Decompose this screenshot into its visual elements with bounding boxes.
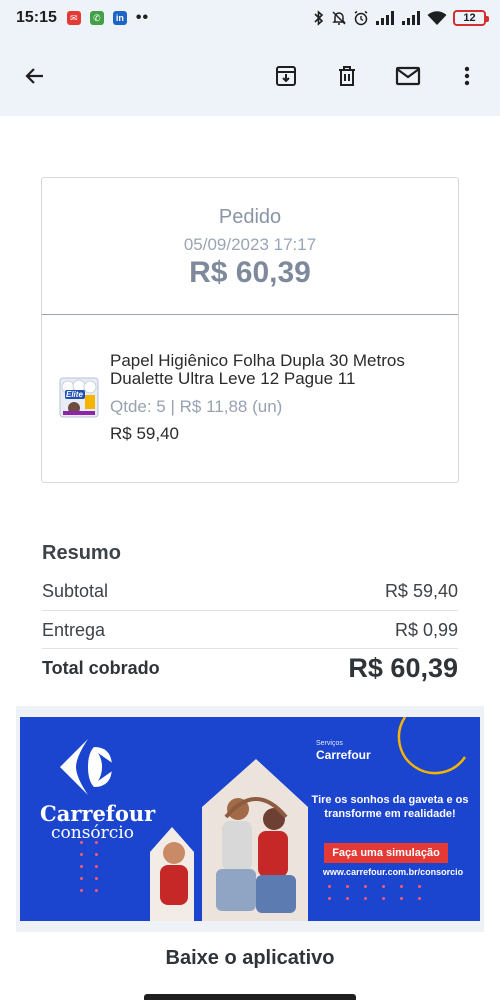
archive-icon xyxy=(276,66,296,86)
summary-label: Entrega xyxy=(42,619,106,640)
summary-row-delivery: Entrega R$ 0,99 xyxy=(42,618,458,642)
order-header: Pedido 05/09/2023 17:17 R$ 60,39 xyxy=(42,178,458,315)
carrefour-logo-icon xyxy=(60,739,118,795)
banner-headline: Tire os sonhos da gaveta e os transforme… xyxy=(311,794,469,820)
product-quantity: Qtde: 5 | R$ 11,88 (un) xyxy=(110,397,283,416)
divider xyxy=(42,648,458,649)
battery-icon: 12 xyxy=(453,10,489,26)
wifi-icon xyxy=(427,10,447,25)
more-options-button[interactable] xyxy=(449,58,485,94)
decorative-dots xyxy=(328,885,421,900)
phone-app-icon: ✆ xyxy=(89,11,104,25)
product-name[interactable]: Papel Higiênico Folha Dupla 30 Metros Du… xyxy=(110,352,450,388)
status-indicators: 12 xyxy=(313,0,489,36)
services-brand: Carrefour xyxy=(316,748,371,762)
download-app-heading[interactable]: Baixe o aplicativo xyxy=(0,947,500,970)
battery-level: 12 xyxy=(463,11,476,24)
gesture-nav-handle xyxy=(144,994,356,1000)
bluetooth-icon xyxy=(314,10,324,26)
more-notifications-icon: •• xyxy=(135,9,150,26)
order-date: 05/09/2023 17:17 xyxy=(183,235,317,254)
mark-unread-button[interactable] xyxy=(390,58,426,94)
signal-icon xyxy=(376,11,394,25)
total-value: R$ 60,39 xyxy=(348,652,458,683)
archive-button[interactable] xyxy=(268,58,304,94)
divider xyxy=(42,610,458,611)
back-button[interactable] xyxy=(17,58,53,94)
messages-app-icon: ✉ xyxy=(66,11,81,25)
app-bar xyxy=(0,36,500,116)
summary-row-subtotal: Subtotal R$ 59,40 xyxy=(42,579,458,603)
delete-icon xyxy=(339,66,355,86)
order-title: Pedido xyxy=(218,206,282,228)
delete-button[interactable] xyxy=(329,58,365,94)
product-thumb-brand: Elite xyxy=(66,390,83,399)
summary-value: R$ 0,99 xyxy=(394,619,458,640)
signal-icon-2 xyxy=(402,11,420,25)
status-bar: 15:15 ✉ ✆ in •• 12 xyxy=(0,0,500,36)
carrefour-consorcio-banner[interactable]: Carrefour consórcio Serviços Carrefour T… xyxy=(20,717,480,921)
summary-value: R$ 59,40 xyxy=(384,580,458,601)
family-photo-image xyxy=(150,759,308,921)
alarm-icon xyxy=(354,10,368,26)
bell-off-icon xyxy=(332,11,346,25)
decorative-arc-icon xyxy=(397,717,467,775)
linkedin-app-icon: in xyxy=(112,11,127,25)
order-card: Pedido 05/09/2023 17:17 R$ 60,39 xyxy=(41,177,459,483)
mail-icon xyxy=(395,66,421,86)
order-total: R$ 60,39 xyxy=(189,256,311,289)
summary-label: Subtotal xyxy=(42,580,109,601)
decorative-dots xyxy=(80,841,98,892)
back-arrow-icon xyxy=(25,68,43,84)
banner-product: consórcio xyxy=(51,823,134,843)
summary-row-total: Total cobrado R$ 60,39 xyxy=(42,650,458,686)
simulation-button[interactable]: Faça uma simulação xyxy=(324,843,448,863)
summary-title: Resumo xyxy=(42,542,121,564)
banner-url[interactable]: www.carrefour.com.br/consorcio xyxy=(298,867,480,877)
status-time: 15:15 xyxy=(16,9,57,26)
services-label: Serviços xyxy=(316,740,343,747)
product-price: R$ 59,40 xyxy=(110,424,179,443)
total-label: Total cobrado xyxy=(42,657,160,678)
product-image[interactable]: Elite xyxy=(59,375,99,419)
more-vert-icon xyxy=(464,66,470,86)
